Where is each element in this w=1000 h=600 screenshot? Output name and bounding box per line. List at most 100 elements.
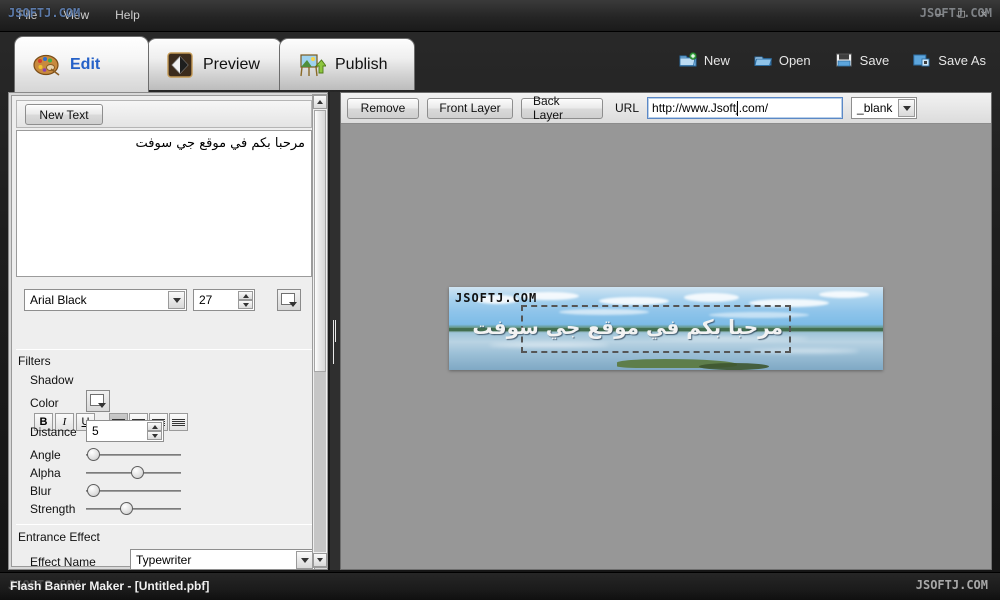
banner-watermark: JSOFTJ.COM <box>455 291 538 305</box>
shadow-color-button[interactable] <box>86 390 110 412</box>
blur-label: Blur <box>30 484 52 498</box>
blur-slider-knob[interactable] <box>87 484 100 497</box>
angle-slider-track <box>86 454 181 456</box>
editor-panel: Remove Front Layer Back Layer URL http:/… <box>340 92 992 570</box>
new-text-button[interactable]: New Text <box>25 104 103 125</box>
design-canvas[interactable]: JSOFTJ.COM مرحبا بكم في موقع جي سوفت <box>341 124 991 569</box>
save-icon <box>835 52 853 68</box>
alpha-slider-knob[interactable] <box>131 466 144 479</box>
font-size-stepper[interactable]: 27 <box>193 289 255 311</box>
color-label: Color <box>30 396 59 410</box>
distance-spin-buttons[interactable] <box>147 422 162 440</box>
remove-button[interactable]: Remove <box>347 97 419 119</box>
save-as-icon <box>913 52 931 68</box>
scroll-down-icon[interactable] <box>313 553 327 567</box>
url-label: URL <box>615 101 640 115</box>
new-text-toolbar: New Text <box>16 100 312 128</box>
angle-slider-knob[interactable] <box>87 448 100 461</box>
font-family-value: Arial Black <box>30 293 87 307</box>
font-color-button[interactable] <box>277 289 301 311</box>
effect-name-label: Effect Name <box>30 555 96 569</box>
statusbar-text: Flash Banner Maker - [Untitled.pbf] <box>10 579 210 593</box>
font-size-down-icon[interactable] <box>238 300 253 309</box>
properties-panel: New Text مرحبا بكم في موقع جي سوفت Arial… <box>8 92 328 570</box>
tab-edit-label: Edit <box>70 55 101 73</box>
angle-slider[interactable] <box>86 448 181 462</box>
splitter-grip-icon[interactable] <box>333 320 337 364</box>
distance-stepper[interactable]: 5 <box>86 420 164 442</box>
link-target-combo[interactable]: _blank <box>851 97 918 119</box>
entrance-divider <box>16 524 312 525</box>
banner-object[interactable]: JSOFTJ.COM مرحبا بكم في موقع جي سوفت <box>449 287 883 370</box>
alpha-slider[interactable] <box>86 466 181 480</box>
properties-panel-scrollbar[interactable] <box>312 94 328 568</box>
panel-splitter[interactable] <box>330 92 340 570</box>
angle-label: Angle <box>30 448 61 462</box>
scroll-up-icon[interactable] <box>313 95 327 109</box>
blur-slider[interactable] <box>86 484 181 498</box>
strength-label: Strength <box>30 502 76 516</box>
save-as-button-label: Save As <box>938 52 986 68</box>
tab-publish-label: Publish <box>335 55 388 73</box>
font-family-combo[interactable]: Arial Black <box>24 289 187 311</box>
distance-value: 5 <box>92 424 99 438</box>
filters-title: Filters <box>18 354 51 368</box>
distance-up-icon[interactable] <box>147 422 162 431</box>
shadow-label: Shadow <box>30 373 74 387</box>
open-folder-icon <box>754 52 772 68</box>
tab-edit[interactable]: Edit <box>14 36 149 92</box>
strength-slider-knob[interactable] <box>120 502 133 515</box>
banner-text: مرحبا بكم في موقع جي سوفت <box>472 315 783 339</box>
entrance-effect-title: Entrance Effect <box>18 530 100 544</box>
title-bar: File View Help JSOFTJ.COM – □ ✕ JSOFTJ.C… <box>0 0 1000 32</box>
url-input-value: http://www.Jsoftj.com/ <box>652 101 769 115</box>
blur-slider-track <box>86 490 181 492</box>
open-button-label: Open <box>778 52 811 68</box>
chevron-down-icon[interactable] <box>898 99 916 117</box>
new-folder-icon <box>679 52 697 68</box>
save-button[interactable]: Save <box>835 52 890 68</box>
scrollbar-thumb[interactable] <box>314 110 326 372</box>
chevron-down-icon[interactable] <box>98 403 106 408</box>
font-size-spin-buttons[interactable] <box>238 291 253 309</box>
palette-icon <box>33 51 61 79</box>
save-as-button[interactable]: Save As <box>913 52 986 68</box>
main-toolbar: New Open Save Save As <box>679 52 986 68</box>
application-window: File View Help JSOFTJ.COM – □ ✕ JSOFTJ.C… <box>0 0 1000 600</box>
statusbar-watermark-right: JSOFTJ.COM <box>915 578 988 592</box>
filters-divider <box>16 349 312 350</box>
status-bar: JSOFTJ.COM Flash Banner Maker - [Untitle… <box>0 572 1000 600</box>
new-button[interactable]: New <box>679 52 730 68</box>
back-layer-button[interactable]: Back Layer <box>521 94 603 122</box>
align-justify-button[interactable] <box>169 413 188 431</box>
scrollbar-trough[interactable] <box>314 372 326 552</box>
chevron-down-icon[interactable] <box>289 302 297 307</box>
text-editor-content[interactable]: مرحبا بكم في موقع جي سوفت <box>17 131 311 153</box>
strength-slider[interactable] <box>86 502 181 516</box>
font-size-value: 27 <box>199 293 213 307</box>
distance-label: Distance <box>30 425 77 439</box>
font-size-up-icon[interactable] <box>238 291 253 300</box>
distance-down-icon[interactable] <box>147 431 162 440</box>
open-button[interactable]: Open <box>754 52 811 68</box>
effect-name-combo[interactable]: Typewriter <box>130 549 315 570</box>
layer-toolbar: Remove Front Layer Back Layer URL http:/… <box>341 93 991 124</box>
save-button-label: Save <box>859 52 890 68</box>
titlebar-watermark: JSOFTJ.COM <box>8 6 81 20</box>
front-layer-button[interactable]: Front Layer <box>427 97 513 119</box>
easel-icon <box>298 51 327 79</box>
effect-name-value: Typewriter <box>136 552 192 567</box>
text-editor-box[interactable]: مرحبا بكم في موقع جي سوفت <box>16 130 312 277</box>
tab-preview[interactable]: Preview <box>147 38 282 90</box>
menu-help[interactable]: Help <box>115 7 140 23</box>
chevron-down-icon[interactable] <box>168 291 185 309</box>
text-selection-box[interactable]: مرحبا بكم في موقع جي سوفت <box>472 305 791 353</box>
text-caret <box>737 101 739 116</box>
link-target-value: _blank <box>857 101 893 115</box>
url-input[interactable]: http://www.Jsoftj.com/ <box>647 97 844 119</box>
alpha-label: Alpha <box>30 466 61 480</box>
properties-panel-inner: New Text مرحبا بكم في موقع جي سوفت Arial… <box>11 95 317 570</box>
tab-preview-label: Preview <box>203 55 260 73</box>
tab-publish[interactable]: Publish <box>279 38 415 90</box>
chevron-down-icon[interactable] <box>296 551 313 569</box>
